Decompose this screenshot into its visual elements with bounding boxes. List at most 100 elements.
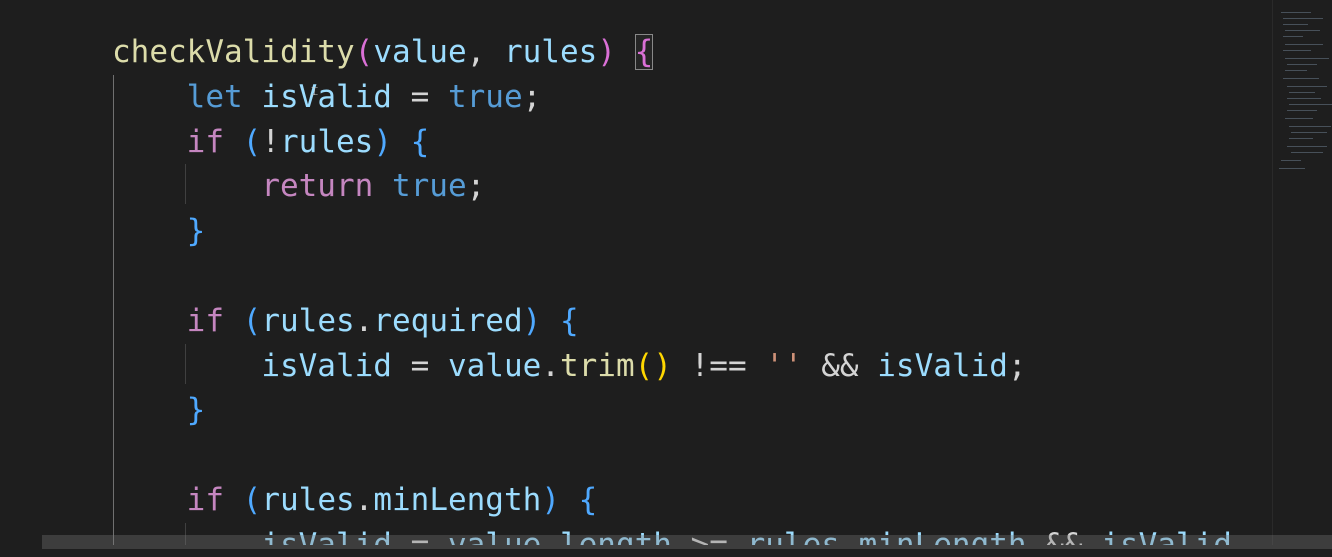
code-token: ) <box>522 302 542 339</box>
minimap-line <box>1279 168 1305 169</box>
code-token: ( <box>242 481 262 518</box>
code-line: } <box>112 209 1232 254</box>
code-token: required <box>373 302 523 339</box>
minimap-line <box>1287 98 1321 99</box>
code-token: ! <box>261 123 280 160</box>
code-token: isValid <box>261 78 392 115</box>
matching-bracket: { <box>634 34 654 70</box>
code-line: } <box>112 388 1232 433</box>
code-token: true <box>391 168 467 205</box>
code-token: ( <box>242 302 262 339</box>
code-token: { <box>410 123 430 160</box>
minimap-line <box>1291 152 1323 153</box>
code-token: . <box>354 302 374 339</box>
code-token: . <box>354 481 374 518</box>
code-token: ; <box>1007 347 1027 384</box>
code-token: ( <box>242 123 262 160</box>
code-token: value <box>373 34 467 70</box>
code-token: && <box>802 347 878 384</box>
code-line: isValid = value.trim() !== '' && isValid… <box>112 344 1232 389</box>
code-token: checkValidity <box>112 34 355 70</box>
code-token: !== <box>671 347 766 384</box>
code-token: , <box>466 34 504 70</box>
minimap-line <box>1285 58 1329 59</box>
minimap-line <box>1289 104 1332 105</box>
code-token: () <box>634 347 672 384</box>
minimap-line <box>1283 24 1308 25</box>
code-token: } <box>186 392 206 429</box>
code-token: { <box>559 302 579 339</box>
code-token: if <box>186 302 224 339</box>
minimap-line <box>1289 138 1313 139</box>
minimap-line <box>1287 86 1327 87</box>
code-token: '' <box>765 347 803 384</box>
code-token: isValid <box>877 347 1008 384</box>
code-token: if <box>186 481 224 518</box>
code-editor[interactable]: checkValidity(value, rules) { let isVali… <box>0 0 1332 557</box>
code-line: let isValid = true; <box>112 75 1232 120</box>
text-cursor-icon: ⌶ <box>311 84 319 98</box>
minimap-line <box>1289 126 1331 127</box>
minimap-line <box>1281 12 1311 13</box>
minimap-line <box>1289 92 1315 93</box>
minimap-line <box>1283 36 1303 37</box>
code-token: ; <box>466 168 486 205</box>
code-token: = <box>391 347 448 384</box>
minimap-line <box>1283 50 1311 51</box>
code-token: { <box>578 481 598 518</box>
horizontal-scrollbar-thumb[interactable] <box>42 535 1332 549</box>
code-line: if (!rules) { <box>112 120 1232 165</box>
code-token: true <box>447 78 523 115</box>
code-token: ) <box>541 481 560 518</box>
minimap-line <box>1285 44 1323 45</box>
code-token: rules <box>261 302 355 339</box>
code-line: if (rules.minLength) { <box>112 478 1232 523</box>
minimap-line <box>1281 160 1301 161</box>
code-line: if (rules.required) { <box>112 299 1232 344</box>
code-token: rules <box>280 123 374 160</box>
code-token: return <box>261 168 374 205</box>
code-token: ( <box>354 34 374 70</box>
code-token: isValid <box>261 347 392 384</box>
code-token: ) <box>373 123 392 160</box>
minimap-line <box>1285 118 1313 119</box>
code-line: checkValidity(value, rules) { <box>112 30 1232 75</box>
code-token: . <box>541 347 560 384</box>
code-token: let <box>186 78 243 115</box>
code-token: value <box>447 347 542 384</box>
minimap-line <box>1285 30 1320 31</box>
code-token: rules <box>503 34 598 70</box>
minimap-line <box>1287 146 1327 147</box>
code-area[interactable]: checkValidity(value, rules) { let isVali… <box>112 30 1232 557</box>
code-line: return true; <box>112 164 1232 209</box>
minimap-line <box>1283 18 1323 19</box>
code-token: ) <box>597 34 616 70</box>
code-token: if <box>186 123 224 160</box>
minimap[interactable] <box>1272 0 1332 545</box>
code-token: trim <box>559 347 635 384</box>
code-token: } <box>186 213 206 250</box>
code-token: minLength <box>373 481 542 518</box>
code-token: rules <box>261 481 355 518</box>
minimap-line <box>1285 70 1307 71</box>
minimap-line <box>1291 132 1327 133</box>
